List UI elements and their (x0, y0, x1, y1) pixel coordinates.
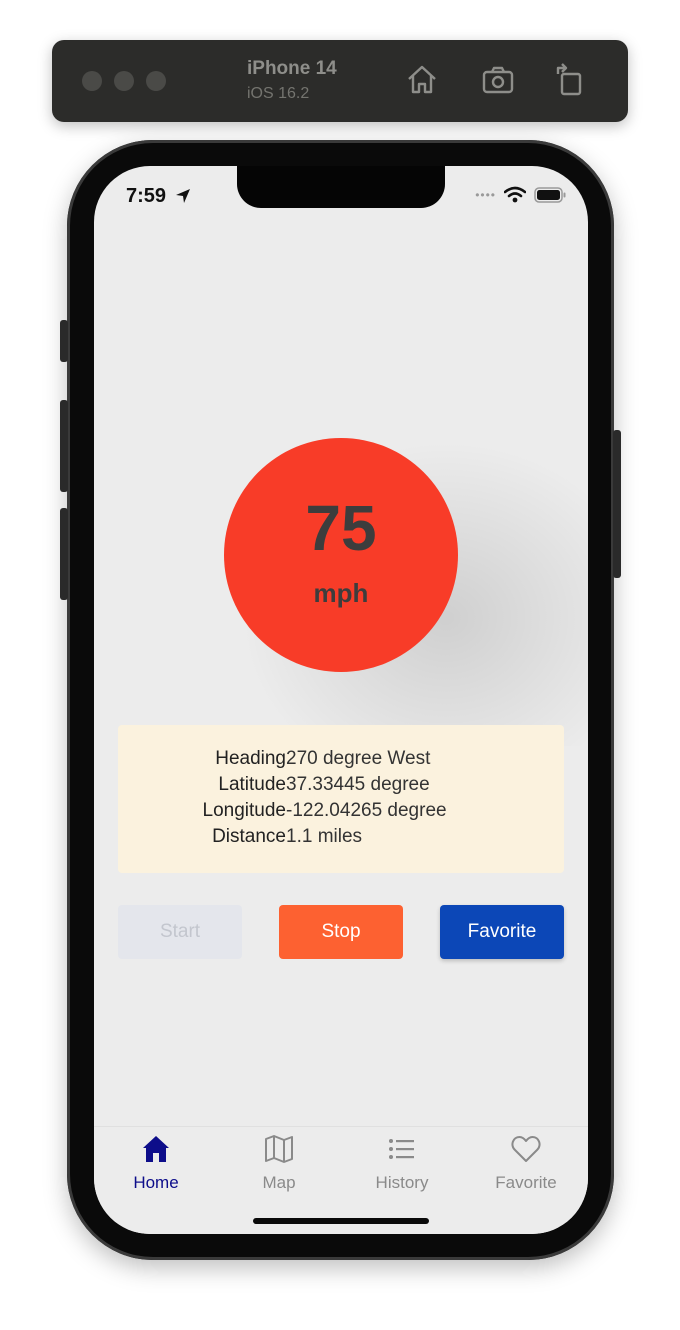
status-time: 7:59 (126, 185, 167, 207)
favorite-button[interactable]: Favorite (440, 905, 564, 959)
simulator-device-name: iPhone 14 (247, 58, 337, 79)
start-button[interactable]: Start (118, 905, 242, 959)
simulator-toolbar: iPhone 14 iOS 16.2 (52, 40, 628, 122)
map-icon (265, 1135, 293, 1163)
tab-label: Home (133, 1173, 179, 1192)
stop-button[interactable]: Stop (279, 905, 403, 959)
info-value: 270 degree West (286, 748, 431, 769)
info-value: -122.04265 degree (286, 800, 447, 821)
tab-label: Favorite (495, 1173, 557, 1192)
location-arrow-icon (176, 189, 190, 203)
rotate-icon[interactable] (552, 62, 588, 98)
power-button (613, 430, 621, 578)
tab-favorite[interactable]: Favorite (464, 1133, 588, 1203)
window-close-button[interactable] (82, 71, 102, 91)
info-value: 37.33445 degree (286, 774, 430, 795)
speedometer: 75 mph (224, 438, 458, 672)
volume-down-button (60, 508, 68, 600)
location-info-card: Heading 270 degree West Latitude 37.3344… (118, 725, 564, 873)
status-indicators: •••• (475, 186, 566, 203)
tab-home[interactable]: Home (94, 1133, 218, 1203)
window-minimize-button[interactable] (114, 71, 134, 91)
screenshot-icon[interactable] (480, 62, 516, 98)
info-label: Latitude (218, 774, 286, 795)
info-row-longitude: Longitude -122.04265 degree (118, 800, 564, 826)
simulator-os-version: iOS 16.2 (247, 85, 310, 102)
tab-label: Map (262, 1173, 296, 1192)
info-row-distance: Distance 1.1 miles (118, 826, 564, 852)
info-label: Longitude (202, 800, 286, 821)
heart-icon (511, 1136, 541, 1162)
wifi-icon (504, 186, 526, 203)
tab-map[interactable]: Map (217, 1133, 341, 1203)
volume-up-button (60, 400, 68, 492)
window-zoom-button[interactable] (146, 71, 166, 91)
tab-label: History (375, 1173, 429, 1192)
notch (237, 166, 445, 208)
mute-switch (60, 320, 68, 362)
speed-unit: mph (313, 577, 369, 608)
home-icon (143, 1136, 169, 1162)
cellular-signal-icon: •••• (475, 187, 496, 202)
phone-screen: 7:59 •••• 75 mph Heading 270 degree West… (94, 166, 588, 1234)
list-icon (389, 1139, 414, 1159)
home-indicator (253, 1218, 429, 1224)
speed-value: 75 (305, 491, 377, 564)
info-value: 1.1 miles (286, 826, 363, 847)
battery-icon (534, 186, 566, 203)
home-button-icon[interactable] (404, 62, 440, 98)
info-label: Heading (215, 748, 286, 769)
info-row-heading: Heading 270 degree West (118, 748, 564, 774)
tab-history[interactable]: History (340, 1133, 464, 1203)
info-label: Distance (212, 826, 286, 847)
info-row-latitude: Latitude 37.33445 degree (118, 774, 564, 800)
